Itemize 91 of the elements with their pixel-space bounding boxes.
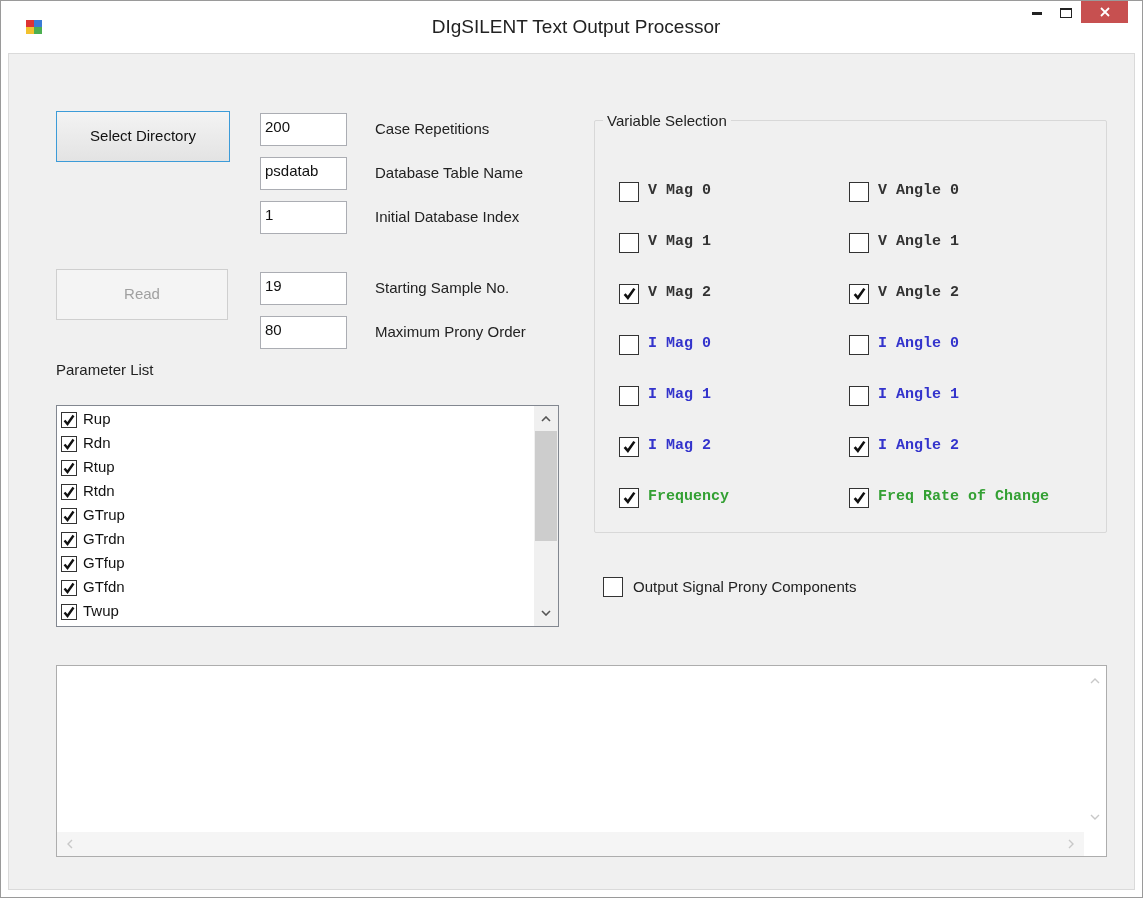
- scroll-left-icon: [67, 838, 73, 849]
- checkbox[interactable]: [619, 385, 639, 406]
- checkbox-label: V Angle 0: [878, 181, 959, 202]
- checkbox-label: I Mag 1: [648, 385, 711, 406]
- checkbox[interactable]: [619, 334, 639, 355]
- check-icon: [63, 413, 75, 426]
- checkbox[interactable]: [849, 487, 869, 508]
- list-item-label: Twup: [83, 601, 119, 622]
- checkbox[interactable]: [849, 232, 869, 253]
- check-icon: [852, 440, 866, 453]
- list-item-label: Rtup: [83, 457, 115, 478]
- check-icon: [63, 437, 75, 450]
- checkbox[interactable]: [61, 435, 77, 452]
- list-item-label: Rup: [83, 409, 111, 430]
- scrollbar-thumb[interactable]: [535, 430, 557, 541]
- checkbox[interactable]: [849, 385, 869, 406]
- checkbox-label: I Mag 0: [648, 334, 711, 355]
- check-icon: [63, 605, 75, 618]
- checkbox-label: V Mag 0: [648, 181, 711, 202]
- input-field[interactable]: 80: [260, 316, 347, 349]
- maximize-icon: [1060, 8, 1072, 18]
- close-button[interactable]: [1081, 1, 1128, 23]
- list-item-label: Rdn: [83, 433, 111, 454]
- check-icon: [63, 461, 75, 474]
- list-item-label: GTrup: [83, 505, 125, 526]
- checkbox[interactable]: [619, 181, 639, 202]
- scrollbar[interactable]: [533, 405, 558, 626]
- field-label: Initial Database Index: [375, 207, 520, 228]
- check-icon: [63, 581, 75, 594]
- checkbox-label: I Angle 0: [878, 334, 959, 355]
- checkbox-label: Freq Rate of Change: [878, 487, 1050, 508]
- checkbox[interactable]: [619, 232, 639, 253]
- parameter-list[interactable]: Rup Rdn Rtup Rtdn GTrup GTrdn GTfup GTfdn Twup: [56, 404, 559, 627]
- app-icon: [26, 20, 42, 34]
- window-title: DIgSILENT Text Output Processor: [430, 14, 722, 39]
- field-label: Database Table Name: [375, 163, 524, 184]
- parameter-list-label: Parameter List: [56, 360, 155, 380]
- close-icon: [1099, 7, 1110, 17]
- scroll-down-icon: [541, 609, 551, 616]
- field-label: Case Repetitions: [375, 119, 490, 140]
- checkbox[interactable]: [849, 436, 869, 457]
- checkbox[interactable]: [61, 507, 77, 524]
- checkbox[interactable]: [61, 459, 77, 476]
- checkbox[interactable]: [61, 603, 77, 620]
- minimize-icon: [1031, 11, 1042, 15]
- output-prony-checkbox-row[interactable]: Output Signal Prony Components: [603, 576, 1107, 599]
- checkbox[interactable]: [849, 283, 869, 304]
- check-icon: [63, 509, 75, 522]
- list-item-label: GTfdn: [83, 577, 125, 598]
- scroll-right-icon: [1068, 838, 1074, 849]
- check-icon: [63, 533, 75, 546]
- checkbox-label: Frequency: [648, 487, 729, 508]
- list-item-label: GTrdn: [83, 529, 125, 550]
- check-icon: [63, 485, 75, 498]
- list-item-label: Rtdn: [83, 481, 115, 502]
- checkbox[interactable]: [61, 411, 77, 428]
- checkbox-label: I Angle 1: [878, 385, 959, 406]
- checkbox[interactable]: [61, 531, 77, 548]
- checkbox[interactable]: [849, 334, 869, 355]
- checkbox-label: V Angle 1: [878, 232, 959, 253]
- input-field[interactable]: 19: [260, 272, 347, 305]
- checkbox-label: V Mag 1: [648, 232, 711, 253]
- check-icon: [852, 491, 866, 504]
- check-icon: [622, 287, 636, 300]
- checkbox-label: V Mag 2: [648, 283, 711, 304]
- check-icon: [852, 287, 866, 300]
- checkbox[interactable]: [603, 577, 623, 598]
- input-field[interactable]: 1: [260, 201, 347, 234]
- checkbox-label: I Angle 2: [878, 436, 959, 457]
- field-label: Starting Sample No.: [375, 278, 510, 299]
- list-item-label: GTfup: [83, 553, 125, 574]
- checkbox[interactable]: [619, 487, 639, 508]
- select-directory-button[interactable]: Select Directory: [56, 111, 230, 162]
- checkbox[interactable]: [61, 555, 77, 572]
- checkbox-label: I Mag 2: [648, 436, 711, 457]
- checkbox[interactable]: [849, 181, 869, 202]
- checkbox[interactable]: [61, 483, 77, 500]
- check-icon: [622, 440, 636, 453]
- field-label: Maximum Prony Order: [375, 322, 526, 343]
- input-field[interactable]: psdatab: [260, 157, 347, 190]
- check-icon: [622, 491, 636, 504]
- check-icon: [63, 557, 75, 570]
- checkbox-label: V Angle 2: [878, 283, 959, 304]
- checkbox-label: Output Signal Prony Components: [633, 577, 857, 597]
- input-field[interactable]: 200: [260, 113, 347, 146]
- checkbox[interactable]: [619, 283, 639, 304]
- checkbox[interactable]: [61, 579, 77, 596]
- scroll-up-icon: [1090, 677, 1100, 684]
- checkbox[interactable]: [619, 436, 639, 457]
- scroll-down-icon: [1090, 813, 1100, 820]
- scroll-up-icon: [541, 415, 551, 422]
